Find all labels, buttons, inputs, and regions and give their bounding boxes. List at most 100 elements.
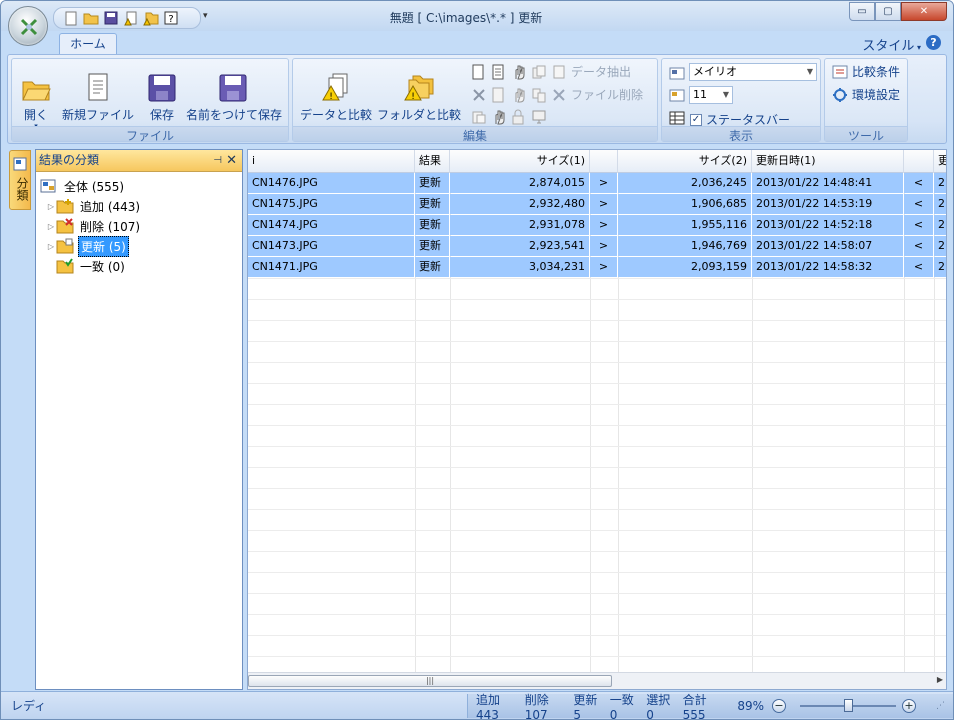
help-button[interactable]: ? bbox=[926, 35, 941, 50]
cell-size2: 1,906,685 bbox=[618, 194, 752, 214]
document-lines-icon[interactable] bbox=[491, 64, 507, 80]
chevron-down-icon: ▾ bbox=[914, 43, 921, 52]
compare-conditions-button[interactable]: 比較条件 bbox=[832, 63, 900, 80]
cell-op2: < bbox=[904, 194, 934, 214]
cell-size1: 2,931,078 bbox=[450, 215, 590, 235]
tree-node-all[interactable]: 全体 (555) bbox=[36, 176, 242, 196]
grid-line bbox=[248, 530, 946, 531]
compare-folder-label: フォルダと比較 bbox=[377, 108, 462, 122]
svg-text:!: ! bbox=[411, 92, 415, 102]
table-row[interactable]: CN1475.JPG 更新 2,932,480 > 1,906,685 2013… bbox=[248, 194, 946, 215]
zoom-out-button[interactable]: − bbox=[772, 699, 786, 713]
tree-node-added[interactable]: ▷ 追加 (443) bbox=[36, 196, 242, 216]
compare-with-folder-button[interactable]: ! フォルダと比較 bbox=[377, 62, 461, 123]
group-tools: 比較条件 環境設定 ツール bbox=[824, 58, 908, 143]
tree-node-label: 更新 (5) bbox=[78, 235, 129, 257]
panel-close-button[interactable]: ✕ bbox=[226, 150, 237, 171]
cell-op2: < bbox=[904, 215, 934, 235]
result-tree: 全体 (555) ▷ 追加 (443) ▷ 削除 (107) ▷ 更新 (5) … bbox=[36, 172, 242, 276]
column-header-size2[interactable]: サイズ(2) bbox=[618, 150, 752, 173]
delete-file-icon bbox=[551, 87, 567, 103]
delete-icon bbox=[471, 87, 487, 103]
grid-line bbox=[248, 551, 946, 552]
table-row[interactable]: CN1474.JPG 更新 2,931,078 > 1,955,116 2013… bbox=[248, 215, 946, 236]
expand-arrow-icon[interactable]: ▷ bbox=[46, 222, 56, 231]
tree-node-label: 削除 (107) bbox=[80, 219, 141, 234]
tree-node-label: 一致 (0) bbox=[80, 259, 125, 274]
cell-name: CN1475.JPG bbox=[248, 194, 415, 214]
compare-data-icon[interactable] bbox=[122, 10, 139, 27]
status-deleted: 削除 107 bbox=[524, 692, 549, 720]
tree-node-match[interactable]: 一致 (0) bbox=[36, 256, 242, 276]
pin-icon[interactable]: ⊣ bbox=[213, 150, 222, 171]
open-button[interactable]: 開く ▾ bbox=[18, 62, 54, 130]
new-document-icon[interactable] bbox=[471, 64, 487, 80]
hand-pointer-icon[interactable] bbox=[491, 109, 507, 125]
status-updated: 更新 5 bbox=[573, 692, 598, 720]
updated-folder-icon bbox=[56, 238, 74, 254]
settings-button[interactable]: 環境設定 bbox=[832, 86, 900, 103]
open-folder-icon[interactable] bbox=[82, 10, 99, 27]
tab-home[interactable]: ホーム bbox=[59, 33, 117, 56]
column-header-size1[interactable]: サイズ(1) bbox=[450, 150, 590, 173]
statusbar-checkbox[interactable]: ✓ bbox=[690, 113, 702, 126]
close-button[interactable]: ✕ bbox=[901, 2, 947, 21]
font-size-combo[interactable]: 11 ▼ bbox=[689, 86, 733, 104]
minimize-button[interactable]: ▭ bbox=[849, 2, 875, 21]
cell-date1: 2013/01/22 14:48:41 bbox=[752, 173, 904, 193]
column-header-date2[interactable]: 更 bbox=[934, 150, 946, 173]
tree-node-deleted[interactable]: ▷ 削除 (107) bbox=[36, 216, 242, 236]
horizontal-scrollbar[interactable]: ||| ▶ bbox=[248, 672, 946, 689]
cell-result: 更新 bbox=[415, 194, 450, 214]
save-icon[interactable] bbox=[102, 10, 119, 27]
scroll-right-arrow-icon[interactable]: ▶ bbox=[937, 675, 943, 684]
column-header-result[interactable]: 結果 bbox=[415, 150, 450, 173]
font-name-combo[interactable]: メイリオ ▼ bbox=[689, 63, 817, 81]
style-menu[interactable]: スタイル ▾ bbox=[862, 35, 921, 54]
application-menu-button[interactable] bbox=[8, 6, 48, 46]
new-file-button[interactable]: 新規ファイル bbox=[60, 62, 136, 123]
table-row[interactable]: CN1476.JPG 更新 2,874,015 > 2,036,245 2013… bbox=[248, 173, 946, 194]
grid-line bbox=[248, 278, 946, 279]
group-edit-label: 編集 bbox=[293, 126, 657, 143]
column-header-op2[interactable] bbox=[904, 150, 934, 173]
column-header-name[interactable]: i bbox=[248, 150, 415, 173]
monitor-disabled-icon bbox=[531, 109, 547, 125]
qat-customize-chevron-icon[interactable]: ▾ bbox=[203, 11, 208, 21]
save-button[interactable]: 保存 bbox=[146, 62, 178, 123]
expand-arrow-icon[interactable]: ▷ bbox=[46, 242, 56, 251]
cell-date2: 2 bbox=[934, 257, 946, 277]
maximize-button[interactable]: ▢ bbox=[875, 2, 901, 21]
new-icon[interactable] bbox=[62, 10, 79, 27]
column-header-op[interactable] bbox=[590, 150, 618, 173]
edit-row-3 bbox=[471, 109, 547, 125]
compare-folder-icon[interactable] bbox=[142, 10, 159, 27]
cell-size1: 2,932,480 bbox=[450, 194, 590, 214]
save-as-label: 名前をつけて保存 bbox=[185, 108, 282, 122]
zoom-slider[interactable] bbox=[800, 699, 896, 712]
cell-op1: > bbox=[590, 194, 618, 214]
table-row[interactable]: CN1471.JPG 更新 3,034,231 > 2,093,159 2013… bbox=[248, 257, 946, 278]
table-row[interactable]: CN1473.JPG 更新 2,923,541 > 1,946,769 2013… bbox=[248, 236, 946, 257]
compare-folder-icon: ! bbox=[404, 75, 434, 102]
open-label: 開く bbox=[23, 108, 48, 122]
help-icon[interactable]: ? bbox=[162, 10, 179, 27]
side-tab-classification[interactable]: 分類 bbox=[9, 150, 31, 210]
save-as-button[interactable]: 名前をつけて保存 bbox=[184, 62, 284, 123]
results-grid: i 結果 サイズ(1) サイズ(2) 更新日時(1) 更 CN1476.JPG … bbox=[247, 149, 947, 690]
ribbon: 開く ▾ 新規ファイル 保存 名前をつけて保存 ファイル ! データと比較 bbox=[7, 54, 947, 144]
hand-cursor-icon[interactable] bbox=[511, 64, 527, 80]
grid-line bbox=[248, 614, 946, 615]
scrollbar-thumb[interactable]: ||| bbox=[248, 675, 612, 687]
ribbon-tab-row: ホーム スタイル ▾ ? bbox=[1, 31, 953, 56]
expand-arrow-icon[interactable]: ▷ bbox=[46, 202, 56, 211]
resize-grip-icon[interactable]: ⋰ bbox=[936, 701, 945, 711]
zoom-slider-thumb[interactable] bbox=[844, 699, 853, 712]
compare-with-data-button[interactable]: ! データと比較 bbox=[299, 62, 373, 123]
compare-data-label: データと比較 bbox=[299, 108, 372, 122]
column-header-date1[interactable]: 更新日時(1) bbox=[752, 150, 904, 173]
zoom-in-button[interactable]: + bbox=[902, 699, 916, 713]
tree-node-updated[interactable]: ▷ 更新 (5) bbox=[36, 235, 242, 257]
title-bar: ? ▾ 無題 [ C:\images\*.* ] 更新 ▭ ▢ ✕ bbox=[1, 1, 953, 31]
grid-header: i 結果 サイズ(1) サイズ(2) 更新日時(1) 更 bbox=[248, 150, 946, 173]
